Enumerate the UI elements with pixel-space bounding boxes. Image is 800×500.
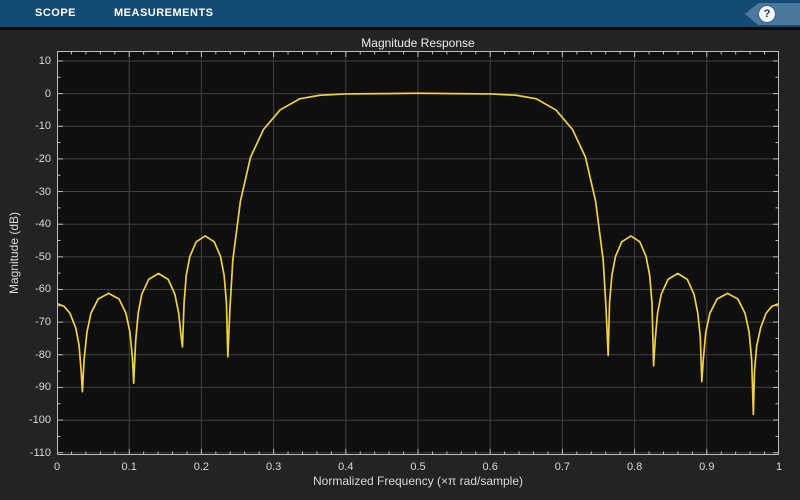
- magnitude-response-plot[interactable]: [56, 51, 780, 455]
- plot-title: Magnitude Response: [361, 36, 475, 50]
- x-tick-label: 0.2: [193, 461, 210, 473]
- y-tick-label: -10: [35, 120, 51, 133]
- x-tick-label: 0: [53, 461, 61, 473]
- toolstrip: SCOPE MEASUREMENTS ?: [0, 0, 800, 30]
- filter-visualizer-window: SCOPE MEASUREMENTS ? Magnitude Response …: [0, 0, 800, 500]
- y-tick-label: -50: [35, 250, 51, 263]
- x-tick-label: 1: [775, 461, 783, 473]
- help-icon[interactable]: ?: [758, 5, 776, 23]
- x-tick-label: 0.3: [265, 461, 282, 473]
- y-tick-label: -40: [35, 218, 51, 231]
- x-axis-label: Normalized Frequency (×π rad/sample): [312, 474, 524, 488]
- y-tick-label: -20: [35, 152, 51, 165]
- y-tick-label: -70: [35, 316, 51, 329]
- x-tick-label: 0.5: [410, 461, 426, 473]
- x-tick-label: 0.4: [338, 461, 354, 473]
- y-tick-label: -30: [35, 185, 51, 198]
- y-tick-label: 0: [44, 87, 51, 100]
- figure-area: Magnitude Response Magnitude (dB) Normal…: [0, 30, 800, 500]
- y-tick-label: -60: [35, 283, 51, 296]
- x-tick-label: 0.6: [482, 461, 498, 473]
- x-tick-label: 0.9: [699, 461, 715, 473]
- y-tick-label: -80: [35, 348, 51, 361]
- y-tick-label: -110: [29, 446, 51, 459]
- help-button[interactable]: ?: [745, 3, 800, 25]
- tab-scope[interactable]: SCOPE: [27, 0, 84, 27]
- plot-area[interactable]: [56, 51, 780, 455]
- y-tick-label: -100: [28, 414, 51, 427]
- y-tick-label: -90: [35, 381, 51, 394]
- x-tick-label: 0.7: [554, 461, 571, 473]
- x-tick-label: 0.1: [121, 461, 137, 473]
- y-tick-label: 10: [38, 54, 51, 67]
- tab-measurements[interactable]: MEASUREMENTS: [106, 0, 222, 27]
- x-tick-label: 0.8: [626, 461, 643, 473]
